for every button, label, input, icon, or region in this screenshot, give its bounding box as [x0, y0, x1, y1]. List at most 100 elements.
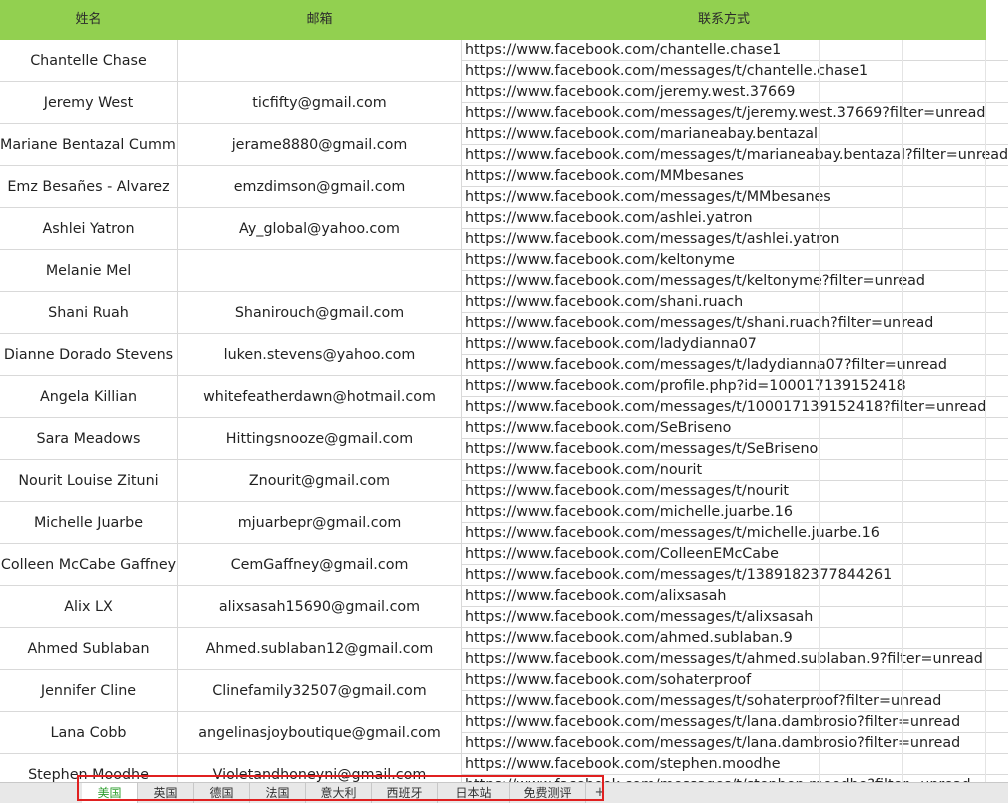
message-link-cell[interactable]: https://www.facebook.com/messages/t/nour…: [462, 481, 1008, 502]
column-header-contact[interactable]: 联系方式: [462, 0, 986, 40]
profile-link-cell[interactable]: https://www.facebook.com/ColleenEMcCabe: [462, 544, 1008, 565]
name-cell[interactable]: Ashlei Yatron: [0, 208, 178, 250]
name-cell[interactable]: Alix LX: [0, 586, 178, 628]
email-cell[interactable]: whitefeatherdawn@hotmail.com: [178, 376, 462, 418]
sheet-tab[interactable]: 西班牙: [372, 783, 438, 803]
message-link-cell[interactable]: https://www.facebook.com/messages/t/shan…: [462, 313, 1008, 334]
message-link-cell[interactable]: https://www.facebook.com/messages/t/mari…: [462, 145, 1008, 166]
name-cell[interactable]: Mariane Bentazal Cumming: [0, 124, 178, 166]
message-link-cell[interactable]: https://www.facebook.com/messages/t/kelt…: [462, 271, 1008, 292]
name-cell[interactable]: Emz Besañes - Alvarez: [0, 166, 178, 208]
profile-link-cell[interactable]: https://www.facebook.com/nourit: [462, 460, 1008, 481]
table-row: Colleen McCabe Gaffney CemGaffney@gmail.c…: [0, 544, 1008, 586]
message-link-cell[interactable]: https://www.facebook.com/messages/t/lady…: [462, 355, 1008, 376]
message-link-cell[interactable]: https://www.facebook.com/messages/t/step…: [462, 775, 1008, 782]
sheet-tab[interactable]: 免费测评: [510, 783, 586, 803]
message-link-cell[interactable]: https://www.facebook.com/messages/t/MMbe…: [462, 187, 1008, 208]
email-cell[interactable]: CemGaffney@gmail.com: [178, 544, 462, 586]
table-row: Sara Meadows Hittingsnooze@gmail.com https…: [0, 418, 1008, 460]
name-cell[interactable]: Dianne Dorado Stevens: [0, 334, 178, 376]
email-cell[interactable]: [178, 250, 462, 292]
column-header-row: 姓名 邮箱 联系方式: [0, 0, 1008, 40]
profile-link-cell[interactable]: https://www.facebook.com/MMbesanes: [462, 166, 1008, 187]
profile-link-cell[interactable]: https://www.facebook.com/alixsasah: [462, 586, 1008, 607]
email-cell[interactable]: Ay_global@yahoo.com: [178, 208, 462, 250]
email-cell[interactable]: Clinefamily32507@gmail.com: [178, 670, 462, 712]
profile-link-cell[interactable]: https://www.facebook.com/marianeabay.ben…: [462, 124, 1008, 145]
name-cell[interactable]: Colleen McCabe Gaffney: [0, 544, 178, 586]
name-cell[interactable]: Sara Meadows: [0, 418, 178, 460]
profile-link-cell[interactable]: https://www.facebook.com/michelle.juarbe…: [462, 502, 1008, 523]
grid-column-line: [902, 40, 903, 782]
spreadsheet-grid: Chantelle Chase https://www.facebook.com/…: [0, 40, 1008, 782]
email-cell[interactable]: Znourit@gmail.com: [178, 460, 462, 502]
name-cell[interactable]: Jennifer Cline: [0, 670, 178, 712]
profile-link-cell[interactable]: https://www.facebook.com/shani.ruach: [462, 292, 1008, 313]
name-cell[interactable]: Chantelle Chase: [0, 40, 178, 82]
email-cell[interactable]: alixsasah15690@gmail.com: [178, 586, 462, 628]
table-row: Dianne Dorado Stevens luken.stevens@yahoo…: [0, 334, 1008, 376]
sheet-tab[interactable]: 意大利: [306, 783, 372, 803]
message-link-cell[interactable]: https://www.facebook.com/messages/t/soha…: [462, 691, 1008, 712]
sheet-tab[interactable]: 德国: [194, 783, 250, 803]
name-cell[interactable]: Ahmed Sublaban: [0, 628, 178, 670]
name-cell[interactable]: Stephen Moodhe: [0, 754, 178, 782]
message-link-cell[interactable]: https://www.facebook.com/messages/t/lana…: [462, 733, 1008, 754]
message-link-cell[interactable]: https://www.facebook.com/messages/t/1000…: [462, 397, 1008, 418]
email-cell[interactable]: mjuarbepr@gmail.com: [178, 502, 462, 544]
email-cell[interactable]: jerame8880@gmail.com: [178, 124, 462, 166]
table-row: Emz Besañes - Alvarez emzdimson@gmail.com…: [0, 166, 1008, 208]
empty-header-cell[interactable]: [986, 0, 1008, 40]
name-cell[interactable]: Jeremy West: [0, 82, 178, 124]
email-cell[interactable]: Violetandhoneyni@gmail.com: [178, 754, 462, 782]
grid-column-line: [985, 40, 986, 782]
name-cell[interactable]: Angela Killian: [0, 376, 178, 418]
profile-link-cell[interactable]: https://www.facebook.com/keltonyme: [462, 250, 1008, 271]
column-header-email[interactable]: 邮箱: [177, 0, 462, 40]
message-link-cell[interactable]: https://www.facebook.com/messages/t/chan…: [462, 61, 1008, 82]
table-row: Chantelle Chase https://www.facebook.com/…: [0, 40, 1008, 82]
email-cell[interactable]: ticfifty@gmail.com: [178, 82, 462, 124]
email-cell[interactable]: emzdimson@gmail.com: [178, 166, 462, 208]
sheet-tab-bar: 美国 英国 德国 法国 意大利 西班牙 日本站 免费测评 +: [0, 782, 1008, 803]
profile-link-cell[interactable]: https://www.facebook.com/SeBriseno: [462, 418, 1008, 439]
name-cell[interactable]: Lana Cobb: [0, 712, 178, 754]
sheet-tab[interactable]: 英国: [138, 783, 194, 803]
message-link-cell[interactable]: https://www.facebook.com/messages/t/ahme…: [462, 649, 1008, 670]
column-header-name[interactable]: 姓名: [0, 0, 177, 40]
name-cell[interactable]: Melanie Mel: [0, 250, 178, 292]
name-cell[interactable]: Nourit Louise Zituni: [0, 460, 178, 502]
table-row: Nourit Louise Zituni Znourit@gmail.com htt…: [0, 460, 1008, 502]
table-row: Angela Killian whitefeatherdawn@hotmail.c…: [0, 376, 1008, 418]
message-link-cell[interactable]: https://www.facebook.com/messages/t/jere…: [462, 103, 1008, 124]
profile-link-cell[interactable]: https://www.facebook.com/stephen.moodhe: [462, 754, 1008, 775]
message-link-cell[interactable]: https://www.facebook.com/messages/t/mich…: [462, 523, 1008, 544]
email-cell[interactable]: angelinasjoyboutique@gmail.com: [178, 712, 462, 754]
profile-link-cell[interactable]: https://www.facebook.com/messages/t/lana…: [462, 712, 1008, 733]
message-link-cell[interactable]: https://www.facebook.com/messages/t/ashl…: [462, 229, 1008, 250]
table-row: Ashlei Yatron Ay_global@yahoo.com https://…: [0, 208, 1008, 250]
sheet-tab[interactable]: 日本站: [438, 783, 510, 803]
profile-link-cell[interactable]: https://www.facebook.com/ahmed.sublaban.…: [462, 628, 1008, 649]
email-cell[interactable]: Shanirouch@gmail.com: [178, 292, 462, 334]
sheet-tab[interactable]: 美国: [82, 783, 138, 803]
profile-link-cell[interactable]: https://www.facebook.com/jeremy.west.376…: [462, 82, 1008, 103]
email-cell[interactable]: Hittingsnooze@gmail.com: [178, 418, 462, 460]
profile-link-cell[interactable]: https://www.facebook.com/ladydianna07: [462, 334, 1008, 355]
table-row: Shani Ruah Shanirouch@gmail.com https://ww…: [0, 292, 1008, 334]
email-cell[interactable]: luken.stevens@yahoo.com: [178, 334, 462, 376]
profile-link-cell[interactable]: https://www.facebook.com/sohaterproof: [462, 670, 1008, 691]
message-link-cell[interactable]: https://www.facebook.com/messages/t/alix…: [462, 607, 1008, 628]
table-row: Melanie Mel https://www.facebook.com/kelt…: [0, 250, 1008, 292]
email-cell[interactable]: [178, 40, 462, 82]
add-sheet-button[interactable]: +: [590, 783, 610, 803]
profile-link-cell[interactable]: https://www.facebook.com/profile.php?id=…: [462, 376, 1008, 397]
name-cell[interactable]: Michelle Juarbe: [0, 502, 178, 544]
profile-link-cell[interactable]: https://www.facebook.com/ashlei.yatron: [462, 208, 1008, 229]
email-cell[interactable]: Ahmed.sublaban12@gmail.com: [178, 628, 462, 670]
message-link-cell[interactable]: https://www.facebook.com/messages/t/SeBr…: [462, 439, 1008, 460]
name-cell[interactable]: Shani Ruah: [0, 292, 178, 334]
sheet-tab[interactable]: 法国: [250, 783, 306, 803]
profile-link-cell[interactable]: https://www.facebook.com/chantelle.chase…: [462, 40, 1008, 61]
message-link-cell[interactable]: https://www.facebook.com/messages/t/1389…: [462, 565, 1008, 586]
